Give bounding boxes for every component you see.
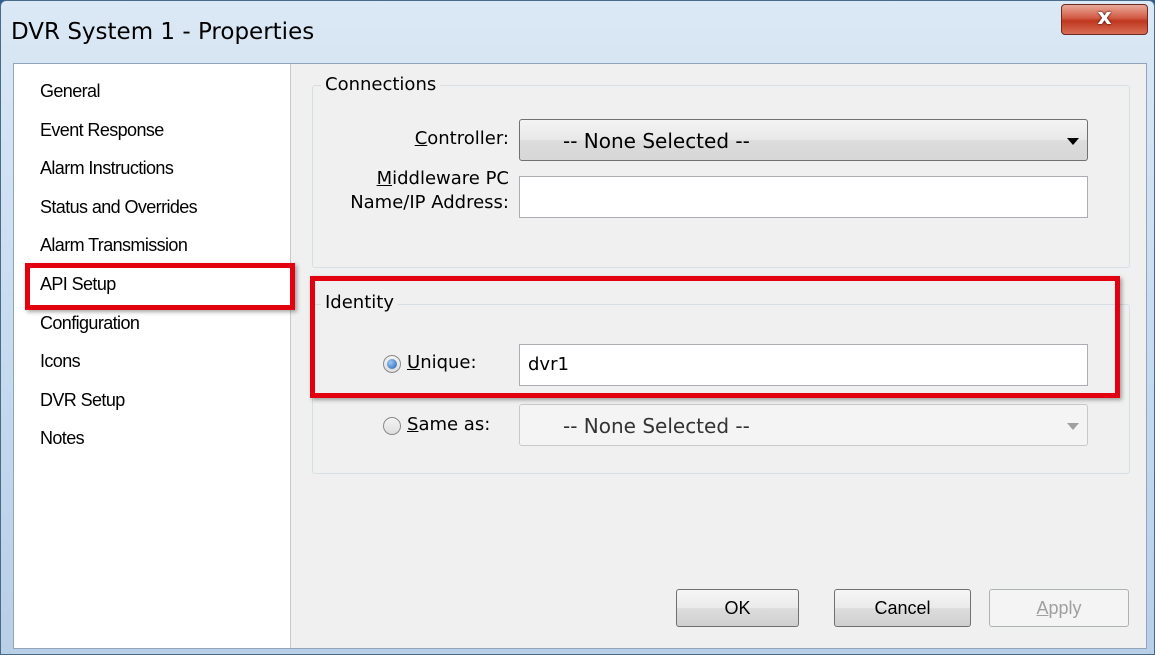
- nav-item-configuration[interactable]: Configuration: [40, 313, 140, 334]
- unique-name-input[interactable]: dvr1: [519, 344, 1088, 386]
- chevron-down-icon: [1067, 423, 1079, 430]
- nav-item-status-and-overrides[interactable]: Status and Overrides: [40, 197, 198, 218]
- same-as-dropdown[interactable]: -- None Selected --: [519, 404, 1088, 446]
- same-as-selected-value: -- None Selected --: [563, 414, 750, 438]
- close-button[interactable]: [1061, 4, 1148, 35]
- nav-item-general[interactable]: General: [40, 81, 100, 102]
- identity-group-title: Identity: [321, 292, 398, 313]
- unique-name-value: dvr1: [528, 354, 569, 375]
- apply-button[interactable]: Apply: [989, 589, 1129, 627]
- middleware-address-input[interactable]: [519, 176, 1088, 218]
- nav-item-event-response[interactable]: Event Response: [40, 120, 164, 141]
- controller-selected-value: -- None Selected --: [563, 129, 750, 153]
- nav-item-alarm-transmission[interactable]: Alarm Transmission: [40, 235, 188, 256]
- nav-item-alarm-instructions[interactable]: Alarm Instructions: [40, 158, 174, 179]
- unique-radio[interactable]: [383, 355, 401, 373]
- identity-group: [312, 304, 1130, 474]
- same-as-radio[interactable]: [383, 417, 401, 435]
- nav-item-icons[interactable]: Icons: [40, 351, 81, 372]
- nav-item-dvr-setup[interactable]: DVR Setup: [40, 390, 125, 411]
- properties-window: DVR System 1 - Properties General Event …: [0, 0, 1155, 655]
- connections-group-title: Connections: [321, 74, 441, 95]
- property-page-list: General Event Response Alarm Instruction…: [14, 64, 291, 648]
- title-bar[interactable]: DVR System 1 - Properties: [1, 1, 1154, 63]
- middleware-label: Middleware PC Name/IP Address:: [350, 168, 509, 213]
- same-as-label: Same as:: [407, 414, 491, 435]
- window-title: DVR System 1 - Properties: [11, 19, 315, 45]
- unique-label: Unique:: [407, 352, 477, 373]
- nav-item-api-setup[interactable]: API Setup: [40, 274, 116, 295]
- cancel-button[interactable]: Cancel: [834, 589, 971, 627]
- dialog-client-area: General Event Response Alarm Instruction…: [13, 63, 1147, 649]
- controller-label: Controller:: [414, 128, 509, 149]
- nav-item-notes[interactable]: Notes: [40, 428, 85, 449]
- chevron-down-icon: [1067, 138, 1079, 145]
- controller-dropdown[interactable]: -- None Selected --: [519, 119, 1088, 161]
- ok-button[interactable]: OK: [676, 589, 799, 627]
